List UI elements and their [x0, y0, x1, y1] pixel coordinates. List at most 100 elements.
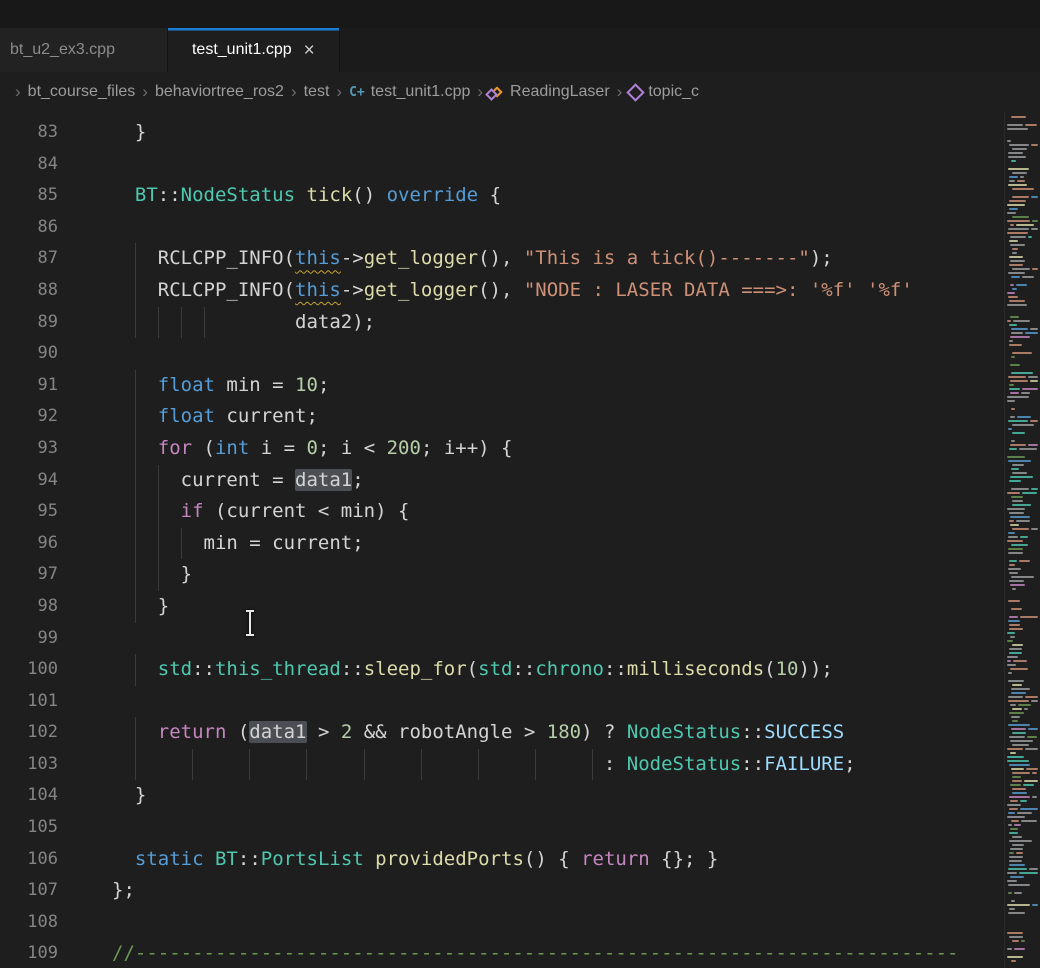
code-line[interactable]: 93 for (int i = 0; i < 200; i++) { — [0, 433, 1005, 465]
code-text — [112, 212, 1005, 244]
minimap-line — [1008, 552, 1023, 554]
code-line[interactable]: 88 RCLCPP_INFO(this->get_logger(), "NODE… — [0, 275, 1005, 307]
code-line[interactable]: 86 — [0, 212, 1005, 244]
minimap-line — [1010, 416, 1015, 418]
code-line[interactable]: 84 — [0, 149, 1005, 181]
minimap-line — [1018, 704, 1031, 706]
minimap-line — [1014, 948, 1025, 950]
minimap-line — [1010, 244, 1025, 246]
code-token: return — [158, 721, 227, 743]
tab-label: bt_u2_ex3.cpp — [10, 41, 115, 59]
minimap-line — [1025, 124, 1037, 126]
vscode-window: bt_u2_ex3.cpp test_unit1.cpp× › bt_course_… — [0, 0, 1040, 968]
minimap-line — [1009, 176, 1018, 178]
breadcrumb-item-bt_course_files[interactable]: bt_course_files — [28, 83, 136, 101]
minimap-line — [1031, 488, 1038, 490]
code-line[interactable]: 90 — [0, 338, 1005, 370]
line-number: 102 — [0, 717, 58, 749]
code-line[interactable]: 98 } — [0, 591, 1005, 623]
code-token: > — [307, 721, 341, 743]
code-line[interactable]: 108 — [0, 907, 1005, 939]
code-token: chrono — [535, 658, 604, 680]
minimap-line — [1032, 772, 1037, 774]
breadcrumb-item-ReadingLaser[interactable]: ReadingLaser — [490, 83, 610, 101]
breadcrumb-separator-icon: › — [617, 82, 623, 102]
code-line[interactable]: 103 : NodeStatus::FAILURE; — [0, 749, 1005, 781]
code-token: } — [135, 121, 146, 143]
minimap-line — [1008, 228, 1029, 230]
minimap-line — [1007, 396, 1029, 398]
code-line[interactable]: 101 — [0, 686, 1005, 718]
code-line[interactable]: 102 return (data1 > 2 && robotAngle > 18… — [0, 717, 1005, 749]
code-line[interactable]: 109//-----------------------------------… — [0, 938, 1005, 968]
code-token: } — [158, 595, 169, 617]
minimap-line — [1011, 496, 1023, 498]
code-token: () — [352, 184, 386, 206]
minimap-line — [1016, 520, 1030, 522]
breadcrumb-item-test_unit1.cpp[interactable]: C+test_unit1.cpp — [349, 83, 470, 101]
line-number: 86 — [0, 212, 58, 244]
code-line[interactable]: 105 — [0, 812, 1005, 844]
minimap-line — [1007, 320, 1011, 322]
indent-whitespace — [112, 563, 181, 585]
code-token: ) ? — [581, 721, 627, 743]
minimap-line — [1013, 320, 1030, 322]
indent-guide — [204, 307, 205, 339]
minimap-line — [1012, 352, 1032, 354]
indent-guide — [158, 465, 159, 497]
breadcrumb-item-topic_c[interactable]: topic_c — [629, 83, 699, 101]
code-line[interactable]: 100 std::this_thread::sleep_for(std::chr… — [0, 654, 1005, 686]
minimap-line — [1010, 784, 1021, 786]
minimap-line — [1009, 448, 1017, 450]
minimap-line — [1010, 224, 1014, 226]
class-icon — [490, 85, 504, 99]
code-line[interactable]: 89 data2); — [0, 307, 1005, 339]
code-line[interactable]: 106 static BT::PortsList providedPorts()… — [0, 844, 1005, 876]
code-line[interactable]: 92 float current; — [0, 401, 1005, 433]
code-token: "This is a tick()-------" — [524, 247, 810, 269]
code-token: FAILURE — [764, 753, 844, 775]
minimap[interactable] — [1004, 112, 1040, 968]
code-token: RCLCPP_INFO( — [158, 279, 295, 301]
code-line[interactable]: 87 RCLCPP_INFO(this->get_logger(), "This… — [0, 243, 1005, 275]
tab-close-icon[interactable]: × — [304, 41, 315, 60]
minimap-line — [1012, 252, 1017, 254]
line-number: 94 — [0, 465, 58, 497]
breadcrumb-item-test[interactable]: test — [304, 83, 330, 101]
minimap-line — [1012, 528, 1029, 530]
minimap-line — [1009, 256, 1023, 258]
code-area[interactable]: 83 }8485 BT::NodeStatus tick() override … — [0, 112, 1005, 968]
minimap-line — [1021, 392, 1030, 394]
minimap-line — [1031, 700, 1038, 702]
code-token: 200 — [387, 437, 421, 459]
code-line[interactable]: 94 current = data1; — [0, 465, 1005, 497]
minimap-line — [1012, 792, 1027, 794]
code-token: :: — [341, 658, 364, 680]
minimap-line — [1012, 588, 1016, 590]
minimap-line — [1010, 364, 1020, 366]
code-line[interactable]: 85 BT::NodeStatus tick() override { — [0, 180, 1005, 212]
code-text — [112, 338, 1005, 370]
indent-guide — [135, 591, 136, 623]
indent-guide — [135, 528, 136, 560]
code-token: && robotAngle > — [352, 721, 546, 743]
code-line[interactable]: 107}; — [0, 875, 1005, 907]
editor[interactable]: 83 }8485 BT::NodeStatus tick() override … — [0, 112, 1040, 968]
minimap-line — [1009, 480, 1021, 482]
code-token: get_logger — [364, 247, 478, 269]
minimap-line — [1019, 560, 1030, 562]
code-line[interactable]: 95 if (current < min) { — [0, 496, 1005, 528]
tab-bt_u2_ex3.cpp[interactable]: bt_u2_ex3.cpp — [0, 28, 168, 72]
code-line[interactable]: 96 min = current; — [0, 528, 1005, 560]
minimap-line — [1031, 196, 1038, 198]
code-line[interactable]: 97 } — [0, 559, 1005, 591]
tab-test_unit1.cpp[interactable]: test_unit1.cpp× — [168, 28, 340, 72]
code-line[interactable]: 83 } — [0, 117, 1005, 149]
breadcrumb-item-behaviortree_ros2[interactable]: behaviortree_ros2 — [155, 83, 284, 101]
code-line[interactable]: 104 } — [0, 780, 1005, 812]
code-token: float — [158, 405, 215, 427]
minimap-line — [1009, 180, 1015, 182]
minimap-line — [1020, 808, 1038, 810]
code-line[interactable]: 91 float min = 10; — [0, 370, 1005, 402]
code-line[interactable]: 99 — [0, 623, 1005, 655]
